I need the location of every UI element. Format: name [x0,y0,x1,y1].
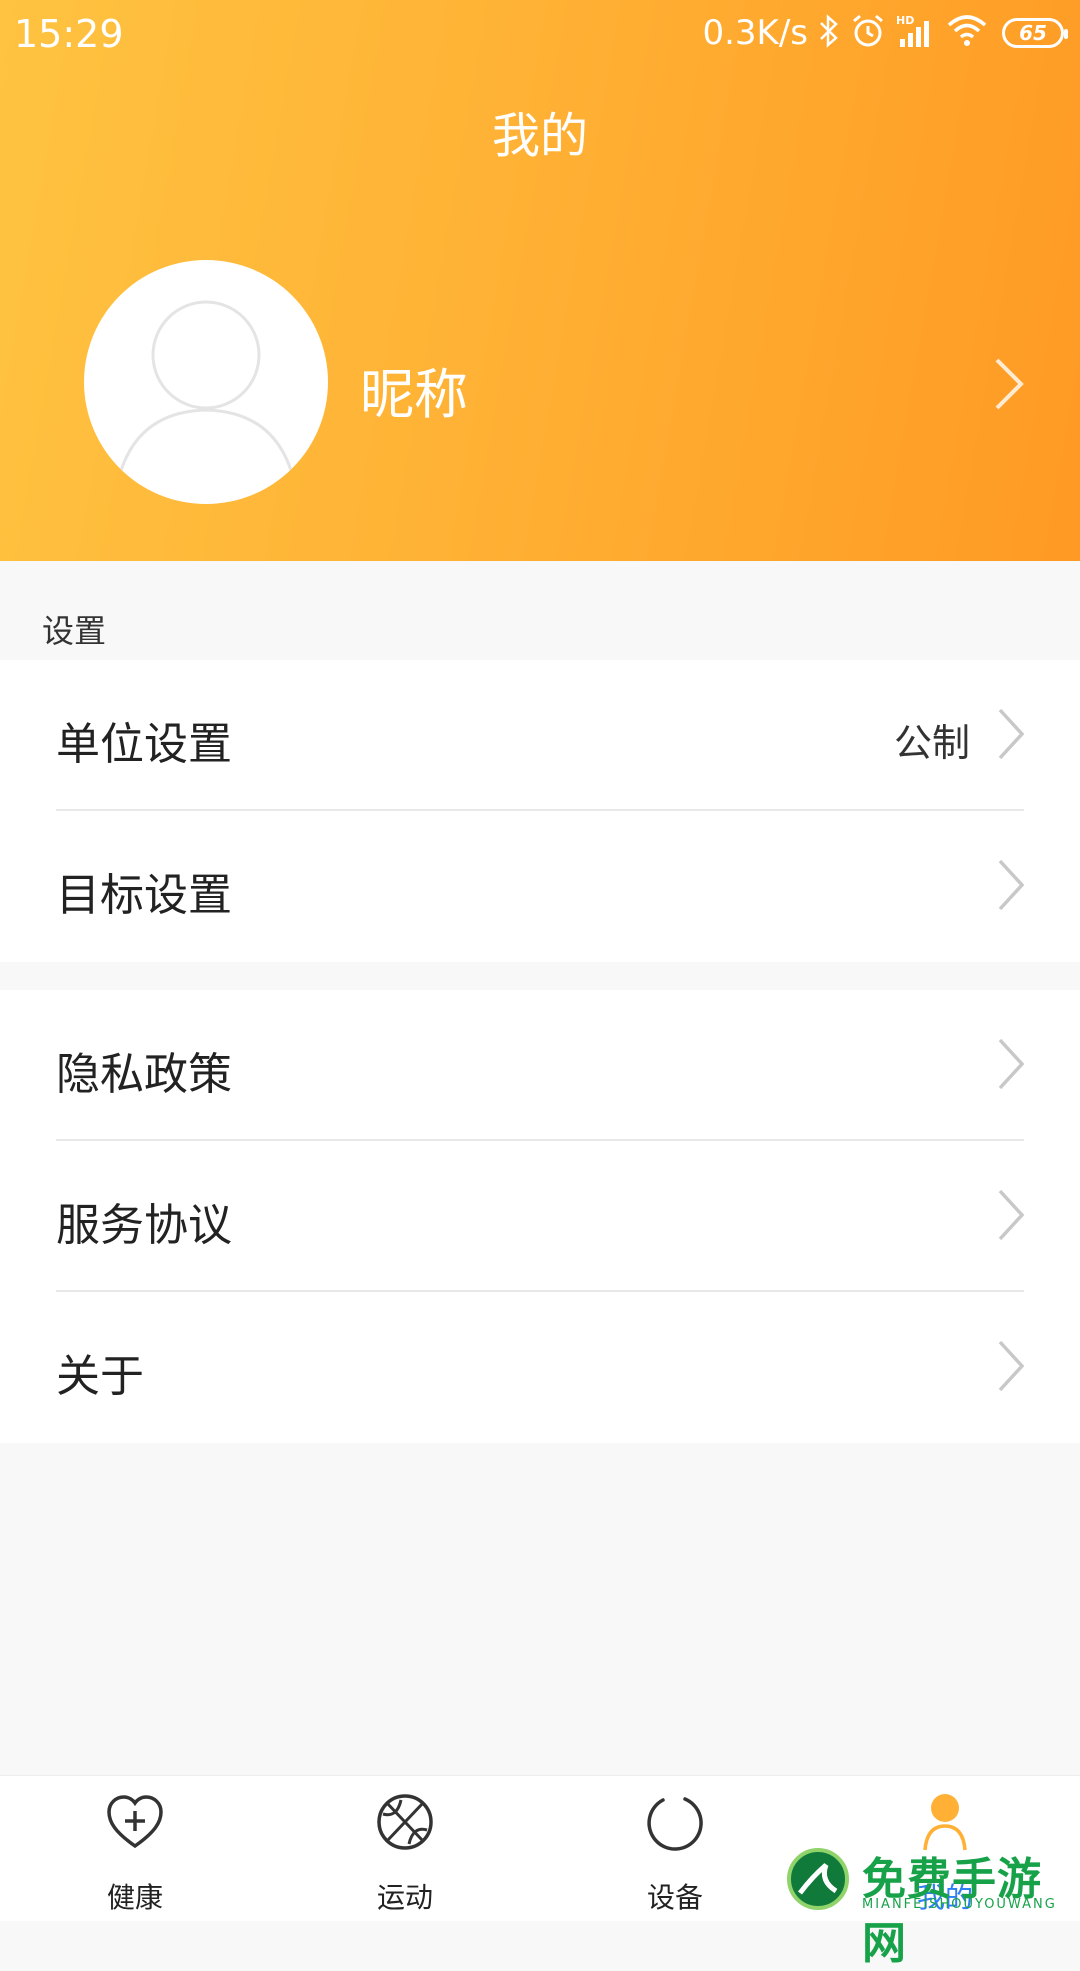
status-icons: 0.3K/s HD 65 [702,10,1068,56]
avatar[interactable] [84,260,328,504]
settings-group-2: 隐私政策 服务协议 关于 [0,990,1080,1443]
battery-icon: 65 [1002,18,1068,48]
tab-label: 设备 [646,1881,703,1914]
status-time: 15:29 [14,12,124,56]
goal-settings-row[interactable]: 目标设置 [0,811,1080,962]
chevron-right-icon [996,1338,1026,1398]
tab-device[interactable]: 设备 [540,1776,810,1921]
wifi-icon [946,13,988,53]
alarm-icon [850,13,886,53]
settings-group-1: 单位设置 公制 目标设置 [0,660,1080,962]
chevron-right-icon [996,706,1026,766]
tab-label: 健康 [106,1881,163,1914]
chevron-right-icon [996,1036,1026,1096]
row-label: 单位设置 [56,719,232,770]
unit-value: 公制 [893,721,970,765]
page-title: 我的 [491,108,588,164]
privacy-policy-row[interactable]: 隐私政策 [0,990,1080,1141]
nickname[interactable]: 昵称 [360,350,468,429]
profile-chevron-right-icon[interactable] [992,356,1026,416]
tab-sport[interactable]: 运动 [270,1776,540,1921]
battery-level: 65 [1019,21,1047,45]
bluetooth-icon [818,14,840,52]
device-ring-icon [647,1797,703,1851]
hd-signal-icon: HD [896,13,936,53]
row-label: 隐私政策 [56,1049,232,1100]
svg-text:HD: HD [896,14,914,27]
tab-health[interactable]: 健康 [0,1776,270,1921]
tab-label: 运动 [376,1881,433,1914]
heart-plus-icon [107,1795,163,1849]
watermark-subtext: MIANFEISHOUYOUWANG [862,1897,1057,1912]
status-bar: 15:29 0.3K/s HD 65 [0,0,1080,66]
default-user-icon [112,300,300,504]
settings-section-label: 设置 [42,612,107,650]
basketball-icon [377,1794,433,1850]
chevron-right-icon [996,1187,1026,1247]
profile-header: 15:29 0.3K/s HD 65 我的 昵称 [0,0,1080,561]
net-speed: 0.3K/s [702,13,808,53]
row-label: 关于 [56,1351,144,1402]
chevron-right-icon [996,857,1026,917]
watermark: 免费手游网 MIANFEISHOUYOUWANG [782,1845,1080,1969]
about-row[interactable]: 关于 [0,1292,1080,1443]
unit-settings-row[interactable]: 单位设置 公制 [0,660,1080,811]
watermark-logo-icon [787,1848,849,1910]
service-agreement-row[interactable]: 服务协议 [0,1141,1080,1292]
row-label: 目标设置 [56,870,232,921]
row-label: 服务协议 [56,1200,232,1251]
